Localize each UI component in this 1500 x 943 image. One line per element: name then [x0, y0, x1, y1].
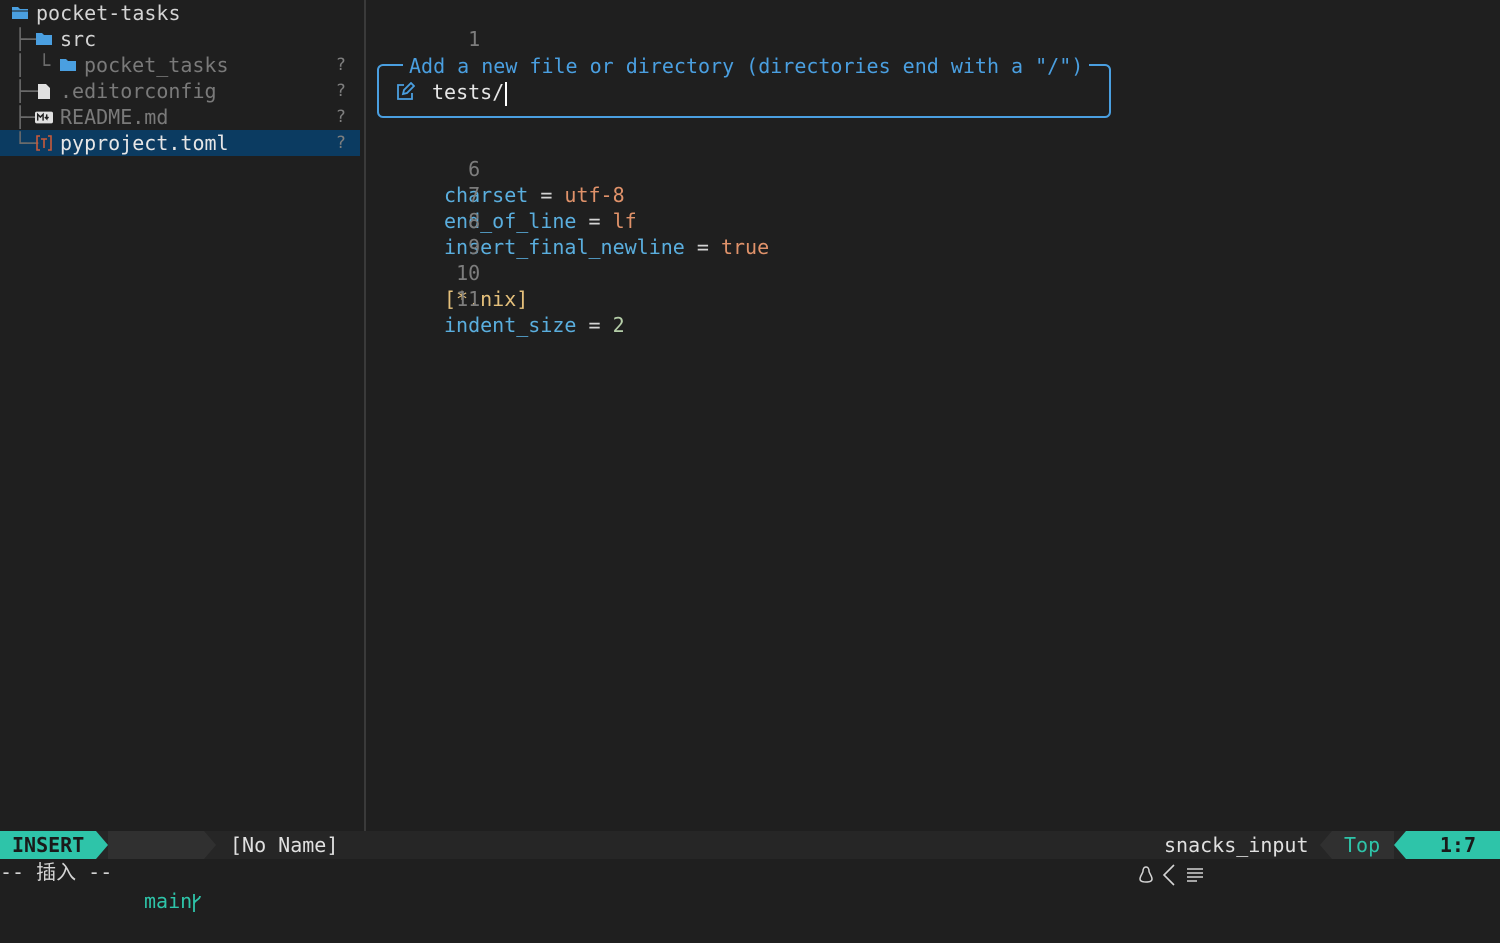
- line-number: 7: [468, 183, 481, 207]
- tree-item-readme[interactable]: ├─ README.md ?: [0, 104, 360, 130]
- code-line: 9: [366, 208, 480, 259]
- code-line: 2: [366, 26, 480, 77]
- tree-item-label: pocket_tasks: [84, 53, 229, 77]
- code-line: 6 charset = utf-8: [366, 130, 625, 207]
- dialog-title: Add a new file or directory (directories…: [403, 53, 1090, 79]
- separator: [204, 831, 216, 859]
- separator: [96, 831, 108, 859]
- tree-item-pocket-tasks[interactable]: │ └ pocket_tasks ?: [0, 52, 360, 78]
- toml-icon: [35, 134, 53, 152]
- git-branch-name: main: [144, 889, 193, 913]
- file-icon: [35, 82, 53, 100]
- tree-item-label: pyproject.toml: [60, 131, 229, 155]
- code-value: lf: [612, 209, 637, 233]
- file-explorer: pocket-tasks ├─ src │ └ pocket_tasks ? ├…: [0, 0, 366, 831]
- separator: [1394, 831, 1406, 859]
- git-branch: main: [108, 831, 204, 913]
- separator: [1320, 831, 1332, 859]
- line-number: 9: [468, 235, 481, 259]
- folder-open-icon: [11, 4, 29, 22]
- tree-item-editorconfig[interactable]: ├─ .editorconfig ?: [0, 78, 360, 104]
- code-value: 2: [612, 313, 625, 337]
- line-number: 11: [456, 287, 481, 311]
- new-file-input[interactable]: tests/: [432, 79, 508, 106]
- code-line: 11 indent_size = 2: [366, 260, 625, 337]
- git-status-badge: ?: [335, 133, 346, 153]
- code-line: 7 end_of_line = lf: [366, 156, 637, 233]
- command-line[interactable]: -- 插入 --: [0, 859, 112, 885]
- cursor-position: 1:7: [1406, 831, 1500, 859]
- code-key: indent_size: [444, 313, 577, 337]
- git-status-badge: ?: [335, 81, 346, 101]
- code-operator: =: [576, 209, 613, 233]
- code-line: 8 insert_final_newline = true: [366, 182, 769, 259]
- code-line: 1 root = true: [366, 0, 576, 77]
- editor-pane[interactable]: 1 root = true 2 6 charset = utf-8 7 end_…: [366, 0, 1500, 831]
- code-operator: =: [684, 235, 721, 259]
- new-file-input-value: tests/: [432, 80, 505, 104]
- markdown-icon: [35, 108, 53, 126]
- tree-item-label: README.md: [60, 105, 169, 129]
- code-value: true: [720, 235, 770, 259]
- tree-item-pyproject[interactable]: └─ pyproject.toml ?: [0, 130, 360, 156]
- tree-root-label: pocket-tasks: [36, 1, 181, 25]
- tree-root[interactable]: pocket-tasks: [0, 0, 360, 26]
- mode-indicator: INSERT: [0, 831, 96, 859]
- line-number: 1: [468, 27, 481, 51]
- code-operator: =: [576, 313, 613, 337]
- tree-item-label: src: [60, 27, 97, 51]
- line-number: 10: [456, 261, 481, 285]
- statusline: INSERT main [No Name] snacks_input Top 1…: [0, 831, 1500, 913]
- folder-open-icon: [35, 30, 53, 48]
- code-value: utf-8: [564, 183, 625, 207]
- code-line: 10 [*.nix]: [366, 234, 528, 311]
- file-name: [No Name]: [230, 833, 339, 857]
- scroll-position: Top: [1332, 831, 1394, 859]
- git-status-badge: ?: [335, 107, 346, 127]
- line-number: 8: [468, 209, 481, 233]
- edit-icon: [395, 81, 416, 107]
- folder-icon: [59, 56, 77, 74]
- code-operator: =: [528, 183, 565, 207]
- new-file-dialog: Add a new file or directory (directories…: [377, 53, 1111, 118]
- text-cursor: [505, 81, 508, 106]
- git-status-badge: ?: [335, 55, 346, 75]
- tree-item-label: .editorconfig: [60, 79, 217, 103]
- line-number: 6: [468, 157, 481, 181]
- file-type: snacks_input: [1164, 833, 1309, 857]
- tree-item-src[interactable]: ├─ src: [0, 26, 360, 52]
